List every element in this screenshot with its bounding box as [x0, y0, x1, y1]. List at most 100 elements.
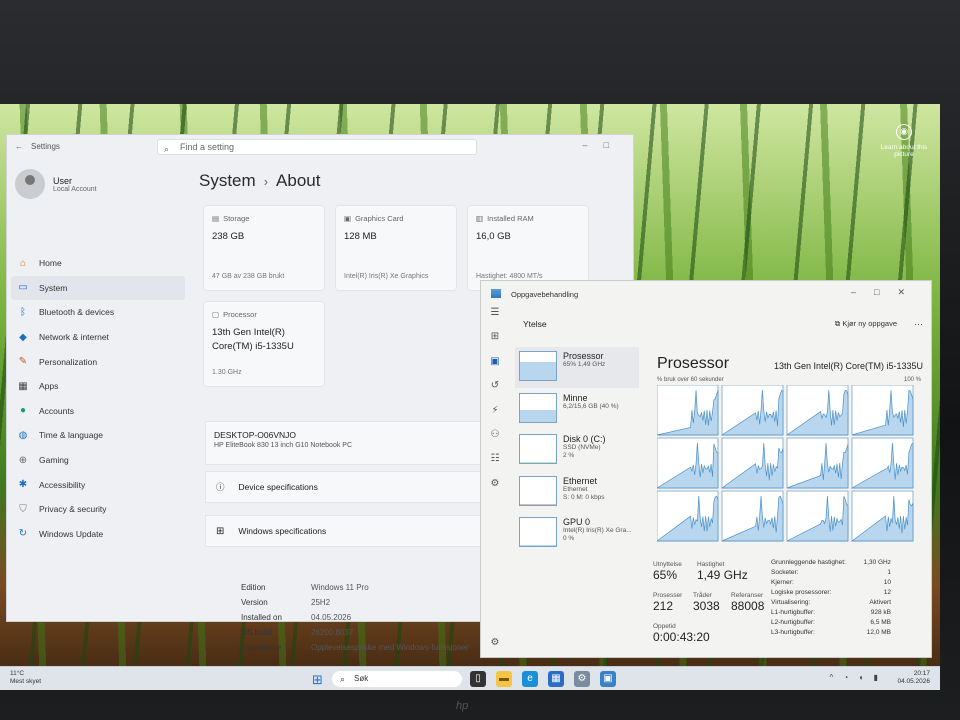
brush-icon: ✎: [18, 356, 28, 368]
task-view-icon[interactable]: ▯: [470, 671, 486, 687]
windows-specs-label: Windows specifications: [238, 526, 327, 536]
performance-icon[interactable]: ▣: [481, 356, 509, 380]
nav-item-system[interactable]: ▭ System: [11, 275, 185, 301]
hamburger-menu-icon[interactable]: ☰: [481, 307, 509, 331]
task-manager-title: Oppgavebehandling: [511, 289, 579, 299]
clock-time: 20:17: [913, 670, 930, 677]
windows-spec-row: Edition Windows 11 Pro: [241, 583, 468, 598]
cpu-detail-row: Virtualisering: Aktivert: [771, 599, 891, 609]
nav-item-accounts[interactable]: ● Accounts: [11, 399, 185, 424]
back-arrow-icon[interactable]: ←: [15, 142, 23, 151]
nav-label: Time & language: [39, 430, 103, 441]
nav-item-bluetooth[interactable]: ᛒ Bluetooth & devices: [11, 300, 185, 325]
user-profile[interactable]: User Local Account: [15, 169, 97, 199]
startup-apps-icon[interactable]: ⚡: [481, 405, 509, 429]
perf-item-sub: 6,2/15,6 GB (40 %): [563, 402, 619, 410]
processor-card[interactable]: ▢ Processor 13th Gen Intel(R) Core(TM) i5…: [203, 301, 325, 387]
edge-icon[interactable]: e: [522, 671, 538, 687]
graphics-title: Graphics Card: [355, 214, 404, 223]
nav-item-home[interactable]: ⌂ Home: [11, 251, 185, 276]
run-new-task-button[interactable]: ⧉ Kjør ny oppgave: [835, 319, 897, 329]
nav-label: System: [39, 282, 68, 293]
nav-label: Accounts: [39, 405, 74, 416]
perf-thumbnail: [519, 392, 557, 423]
settings-nav: ⌂ Home ▭ System ᛒ Bluetooth & devices ◆ Netw…: [11, 251, 185, 546]
processes-stat: Prosesser 212: [653, 592, 682, 613]
detail-key: Grunnleggende hastighet:: [771, 559, 846, 566]
spec-value: Windows 11 Pro: [311, 583, 369, 592]
ram-card[interactable]: ▥ Installed RAM 16,0 GB Hastighet: 4800 M…: [467, 205, 589, 291]
perf-item[interactable]: Minne 6,2/15,6 GB (40 %): [515, 389, 639, 430]
monitor-icon: ▭: [18, 282, 28, 294]
cpu-details-list: Grunnleggende hastighet: 1,30 GHz Socketer…: [771, 559, 891, 639]
nav-item-gaming[interactable]: ⊕ Gaming: [11, 448, 185, 473]
windows-specifications-row[interactable]: ⊞ Windows specifications: [205, 515, 485, 547]
more-options-button[interactable]: ···: [914, 319, 923, 329]
nav-label: Accessibility: [39, 479, 86, 490]
settings-search-input[interactable]: ⌕ Find a setting: [157, 139, 477, 155]
processes-icon[interactable]: ⊞: [481, 331, 509, 355]
detail-key: L1-hurtigbuffer:: [771, 609, 815, 616]
settings-gear-icon[interactable]: ⚙: [481, 637, 509, 661]
home-icon: ⌂: [19, 257, 27, 269]
nav-item-time-language[interactable]: ◍ Time & language: [11, 423, 185, 448]
nav-item-privacy[interactable]: ⛉ Privacy & security: [11, 497, 185, 522]
details-icon[interactable]: ☷: [481, 453, 509, 477]
windows-spec-row: Installed on 04.05.2026: [241, 613, 468, 628]
windows-specs-list: Edition Windows 11 Pro Version 25H2 Installe…: [241, 583, 468, 658]
start-button[interactable]: ⊞: [312, 672, 323, 688]
storage-card[interactable]: ▤ Storage 238 GB 47 GB av 238 GB brukt: [203, 205, 325, 291]
graphics-card[interactable]: ▣ Graphics Card 128 MB Intel(R) Iris(R) X…: [335, 205, 457, 291]
app-history-icon[interactable]: ↺: [481, 380, 509, 404]
screen: ◉ Learn about this picture ← Settings ⌕ …: [0, 104, 940, 690]
maximize-icon[interactable]: □: [874, 287, 897, 297]
maximize-icon[interactable]: □: [604, 140, 625, 150]
windows-spec-row: OS build 26200.8037: [241, 628, 468, 643]
detail-key: Socketer:: [771, 569, 799, 576]
nav-item-network[interactable]: ◆ Network & internet: [11, 325, 185, 350]
utilization-stat: Utnyttelse 65%: [653, 561, 682, 582]
user-name: User: [53, 175, 73, 186]
cpu-detail-row: L1-hurtigbuffer: 928 kB: [771, 609, 891, 619]
device-name-row[interactable]: DESKTOP-O06VNJO HP EliteBook 830 13 inch…: [205, 421, 485, 465]
close-icon[interactable]: ✕: [897, 287, 923, 297]
settings-app-icon[interactable]: ⚙: [574, 671, 590, 687]
nav-item-personalization[interactable]: ✎ Personalization: [11, 349, 185, 374]
perf-item[interactable]: GPU 0 Intel(R) Iris(R) Xe Gra... 0 %: [515, 513, 639, 554]
ram-sub: Hastighet: 4800 MT/s: [476, 273, 543, 280]
task-manager-window: Oppgavebehandling –□✕ ☰ ⊞ ▣ ↺ ⚡ ⚇ ☷ ⚙ ⚙ …: [480, 280, 932, 658]
ram-title: Installed RAM: [487, 214, 534, 223]
breadcrumb-parent[interactable]: System: [199, 171, 256, 190]
weather-temp: 11°C: [10, 670, 25, 677]
speed-value: 1,49 GHz: [697, 568, 748, 582]
nav-item-apps[interactable]: ▦ Apps: [11, 374, 185, 399]
cpu-title: Prosessor: [657, 355, 730, 372]
perf-thumbnail: [519, 351, 557, 381]
taskbar-search[interactable]: Søk: [332, 671, 462, 687]
perf-item[interactable]: Disk 0 (C:) SSD (NVMe) 2 %: [515, 430, 639, 471]
store-icon[interactable]: ▦: [548, 671, 564, 687]
cpu-detail-row: Kjerner: 10: [771, 579, 891, 589]
run-new-task-label: Kjør ny oppgave: [842, 319, 897, 328]
system-tray[interactable]: ^ ◔ ◖ ▮: [830, 673, 883, 682]
nav-item-windows-update[interactable]: ↻ Windows Update: [11, 522, 185, 547]
services-icon[interactable]: ⚙: [481, 478, 509, 502]
task-manager-app-icon[interactable]: ▣: [600, 671, 616, 687]
perf-item[interactable]: Prosessor 65% 1,49 GHz: [515, 347, 639, 388]
learn-about-picture[interactable]: ◉ Learn about this picture: [880, 124, 928, 158]
utilization-value: 65%: [653, 568, 678, 582]
hp-logo: hp: [456, 700, 469, 712]
clock[interactable]: 20:17 04.05.2026: [897, 670, 930, 686]
weather-widget[interactable]: 11°C Mest skyet: [10, 670, 41, 686]
device-specifications-row[interactable]: ⓘ Device specifications: [205, 471, 485, 503]
nav-label: Privacy & security: [39, 504, 107, 515]
detail-value: 6,5 MB: [870, 619, 891, 626]
minimize-icon[interactable]: –: [851, 287, 874, 297]
perf-item[interactable]: Ethernet Ethernet S: 0 M: 0 kbps: [515, 472, 639, 513]
users-icon[interactable]: ⚇: [481, 429, 509, 453]
file-explorer-icon[interactable]: ▬: [496, 671, 512, 687]
nav-item-accessibility[interactable]: ✱ Accessibility: [11, 472, 185, 497]
spec-value: Opplevelsespakke med Windows-funksjoner: [311, 643, 469, 652]
cpu-graph-max: 100 %: [903, 377, 921, 383]
minimize-icon[interactable]: –: [583, 140, 604, 150]
